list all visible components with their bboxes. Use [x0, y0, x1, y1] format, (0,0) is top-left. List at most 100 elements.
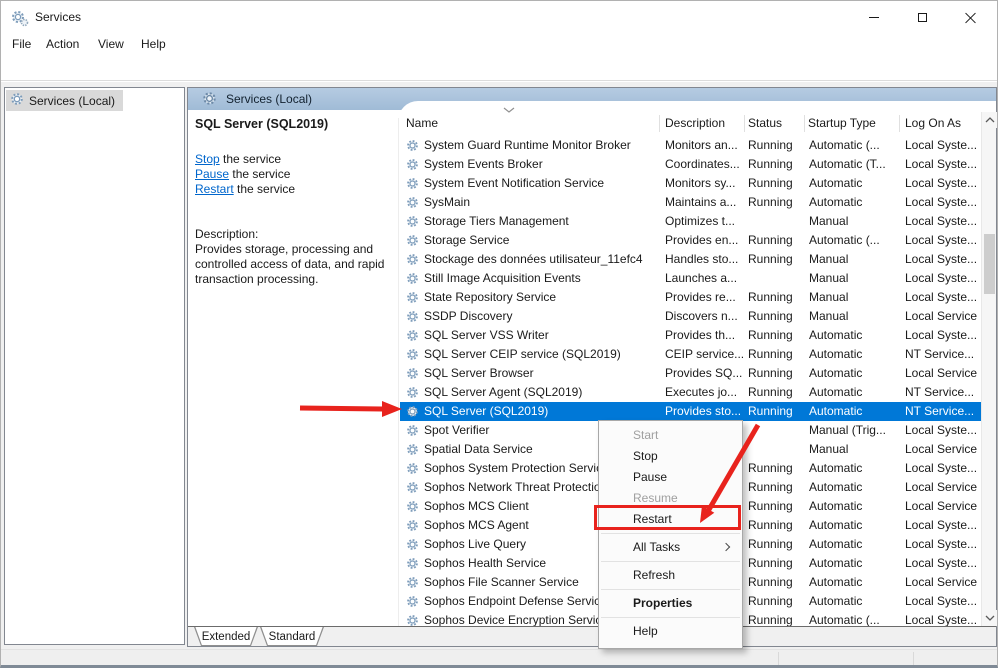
scrollbar-thumb[interactable]	[984, 234, 995, 294]
service-log-on-as: Local Service	[905, 364, 981, 383]
service-row[interactable]: SQL Server CEIP service (SQL2019)CEIP se…	[400, 345, 982, 364]
tree-item-services-local[interactable]: Services (Local)	[6, 90, 123, 111]
service-name: SQL Server CEIP service (SQL2019)	[424, 345, 662, 364]
service-startup-type: Automatic	[809, 193, 903, 212]
menu-item-properties[interactable]: Properties	[599, 593, 742, 614]
service-log-on-as: Local Service	[905, 440, 981, 459]
service-log-on-as: Local Service	[905, 497, 981, 516]
service-name: SQL Server (SQL2019)	[424, 402, 662, 421]
service-name: Storage Tiers Management	[424, 212, 662, 231]
maximize-icon	[918, 13, 927, 22]
service-description: Discovers n...	[665, 307, 746, 326]
service-row[interactable]: System Event Notification ServiceMonitor…	[400, 174, 982, 193]
service-log-on-as: Local Syste...	[905, 136, 981, 155]
service-row[interactable]: System Events BrokerCoordinates...Runnin…	[400, 155, 982, 174]
column-header-startup[interactable]: Startup Type	[808, 113, 876, 133]
service-row[interactable]: System Guard Runtime Monitor BrokerMonit…	[400, 136, 982, 155]
service-status: Running	[748, 592, 806, 611]
service-log-on-as: Local Syste...	[905, 174, 981, 193]
service-name: Stockage des données utilisateur_11efc4	[424, 250, 662, 269]
service-name: SSDP Discovery	[424, 307, 662, 326]
scroll-down-icon[interactable]	[982, 610, 997, 626]
service-row[interactable]: SQL Server Agent (SQL2019)Executes jo...…	[400, 383, 982, 402]
services-gear-icon	[202, 91, 217, 109]
titlebar[interactable]: Services	[1, 1, 997, 33]
service-description: Optimizes t...	[665, 212, 746, 231]
service-status: Running	[748, 383, 806, 402]
pause-service-link[interactable]: Pause	[195, 167, 229, 181]
column-header-status[interactable]: Status	[748, 113, 782, 133]
menu-view[interactable]: View	[95, 36, 127, 53]
service-gear-icon	[406, 614, 419, 626]
tab-extended-label: Extended	[202, 631, 251, 643]
service-startup-type: Automatic (...	[809, 136, 903, 155]
restart-service-link[interactable]: Restart	[195, 182, 234, 196]
service-status: Running	[748, 155, 806, 174]
service-gear-icon	[406, 595, 419, 608]
service-startup-type: Automatic	[809, 573, 903, 592]
service-status: Running	[748, 459, 806, 478]
service-row[interactable]: Storage ServiceProvides en...RunningAuto…	[400, 231, 982, 250]
menu-separator	[601, 561, 740, 562]
menu-item-all-tasks[interactable]: All Tasks	[599, 537, 742, 558]
minimize-button[interactable]	[851, 1, 897, 33]
service-startup-type: Automatic	[809, 345, 903, 364]
context-menu: StartStopPauseResumeRestartAll TasksRefr…	[598, 420, 743, 649]
service-log-on-as: Local Service	[905, 478, 981, 497]
service-name: System Guard Runtime Monitor Broker	[424, 136, 662, 155]
menu-file[interactable]: File	[9, 36, 34, 53]
column-header-name[interactable]: Name	[406, 113, 438, 133]
annotation-box-restart	[594, 505, 741, 530]
menu-item-pause[interactable]: Pause	[599, 467, 742, 488]
statusbar	[1, 649, 997, 666]
service-gear-icon	[406, 329, 419, 342]
vertical-scrollbar[interactable]	[981, 112, 996, 626]
maximize-button[interactable]	[899, 1, 945, 33]
tab-extended[interactable]: Extended	[194, 627, 258, 646]
column-header-description[interactable]: Description	[665, 113, 725, 133]
menu-item-help[interactable]: Help	[599, 621, 742, 642]
service-row[interactable]: State Repository ServiceProvides re...Ru…	[400, 288, 982, 307]
service-status: Running	[748, 573, 806, 592]
service-startup-type: Automatic	[809, 326, 903, 345]
service-log-on-as: Local Syste...	[905, 250, 981, 269]
menu-item-stop[interactable]: Stop	[599, 446, 742, 467]
tree-item-label: Services (Local)	[29, 94, 115, 108]
service-row[interactable]: Still Image Acquisition EventsLaunches a…	[400, 269, 982, 288]
service-row[interactable]: SSDP DiscoveryDiscovers n...RunningManua…	[400, 307, 982, 326]
service-description: Coordinates...	[665, 155, 746, 174]
service-name: Still Image Acquisition Events	[424, 269, 662, 288]
pause-service-suffix: the service	[229, 167, 290, 181]
column-header-logon[interactable]: Log On As	[905, 113, 961, 133]
service-status: Running	[748, 231, 806, 250]
service-description: Executes jo...	[665, 383, 746, 402]
service-description: Maintains a...	[665, 193, 746, 212]
description-text: Provides storage, processing and control…	[195, 242, 393, 287]
service-row[interactable]: SQL Server VSS WriterProvides th...Runni…	[400, 326, 982, 345]
services-gear-icon	[11, 9, 29, 27]
service-row[interactable]: Stockage des données utilisateur_11efc4H…	[400, 250, 982, 269]
service-gear-icon	[406, 462, 419, 475]
services-gear-icon	[10, 92, 24, 109]
stop-service-link[interactable]: Stop	[195, 152, 220, 166]
service-gear-icon	[406, 557, 419, 570]
sort-indicator-icon	[503, 102, 515, 116]
service-startup-type: Manual	[809, 307, 903, 326]
service-startup-type: Automatic	[809, 592, 903, 611]
close-button[interactable]	[947, 1, 993, 33]
service-row[interactable]: SysMainMaintains a...RunningAutomaticLoc…	[400, 193, 982, 212]
menu-action[interactable]: Action	[43, 36, 82, 53]
service-status	[748, 440, 806, 459]
service-status: Running	[748, 611, 806, 626]
tab-standard[interactable]: Standard	[260, 627, 324, 646]
menu-separator	[601, 617, 740, 618]
services-window: Services File Action View Help ? Serv	[0, 0, 998, 668]
menu-item-refresh[interactable]: Refresh	[599, 565, 742, 586]
service-row[interactable]: SQL Server (SQL2019)Provides sto...Runni…	[400, 402, 982, 421]
service-row[interactable]: SQL Server BrowserProvides SQ...RunningA…	[400, 364, 982, 383]
menu-help[interactable]: Help	[138, 36, 169, 53]
service-row[interactable]: Storage Tiers ManagementOptimizes t...Ma…	[400, 212, 982, 231]
service-startup-type: Manual (Trig...	[809, 421, 903, 440]
service-startup-type: Automatic	[809, 459, 903, 478]
scroll-up-icon[interactable]	[982, 112, 997, 128]
